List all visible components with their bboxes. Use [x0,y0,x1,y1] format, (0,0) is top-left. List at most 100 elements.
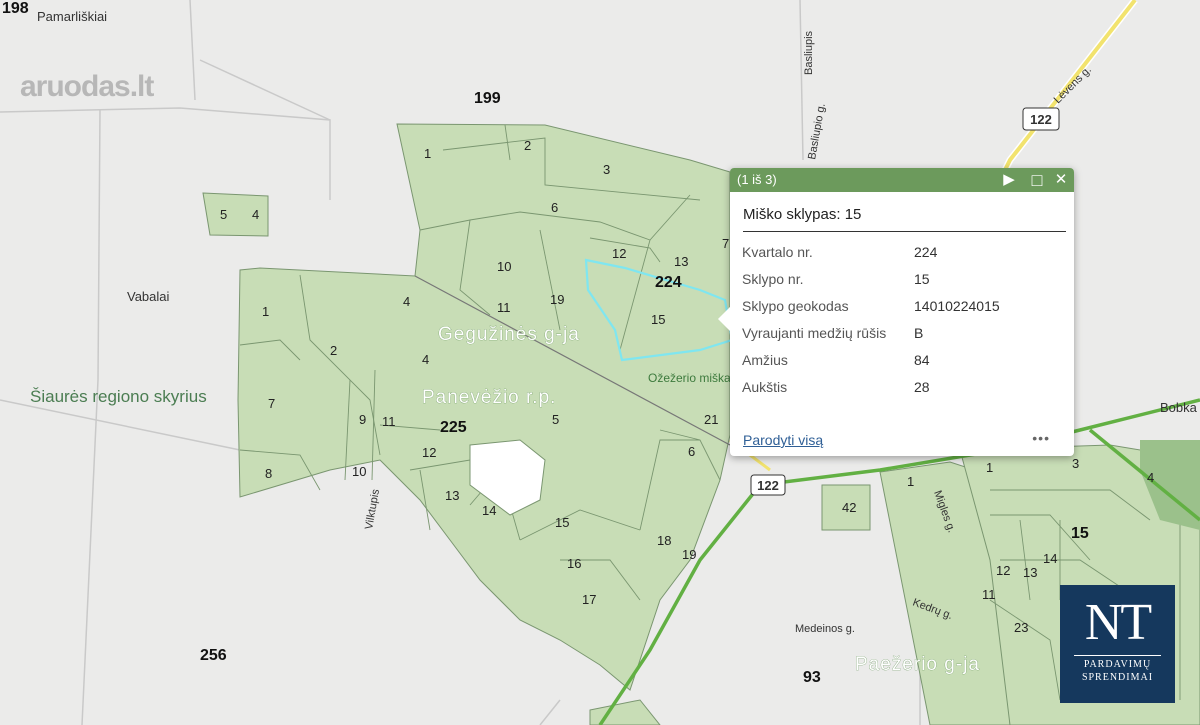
svg-text:4: 4 [1147,470,1154,485]
svg-text:14: 14 [1043,551,1057,566]
cadastre-number: 256 [200,647,227,664]
svg-text:42: 42 [842,500,856,515]
svg-text:11: 11 [497,300,511,315]
forest-area-label: Panevėžio r.p. [422,387,556,408]
svg-text:10: 10 [352,464,366,479]
svg-text:17: 17 [582,592,596,607]
table-row: Kvartalo nr. 224 [742,238,1000,265]
attribute-value: 14010224015 [914,297,1000,314]
feature-popup[interactable]: (1 iš 3) ▶ □ ✕ Miško sklypas: 15 Kvartal… [718,168,1074,456]
svg-text:7: 7 [268,396,275,411]
place-label: Bobka [1160,400,1198,415]
logo-letters: NT [1084,594,1152,651]
more-options-icon[interactable]: ••• [1032,430,1050,446]
attribute-key: Sklypo geokodas [742,297,849,314]
svg-text:10: 10 [497,259,511,274]
attribute-value: 224 [914,243,938,260]
nt-logo: NT PARDAVIMŲ SPRENDIMAI [1060,585,1175,703]
svg-text:8: 8 [265,466,272,481]
svg-text:13: 13 [1023,565,1037,580]
svg-text:1: 1 [262,304,269,319]
cadastre-number: 199 [474,90,501,107]
svg-text:19: 19 [682,547,696,562]
svg-text:21: 21 [704,412,718,427]
close-icon[interactable]: ✕ [1052,170,1070,190]
attribute-table: Kvartalo nr. 224 Sklypo nr. 15 Sklypo geok… [742,238,1000,400]
attribute-key: Sklypo nr. [742,270,804,287]
place-label: Pamarliškiai [37,9,107,24]
forest-area-label: Paežerio g-ja [855,654,980,675]
svg-text:2: 2 [330,343,337,358]
table-row: Sklypo geokodas 14010224015 [742,292,1000,319]
svg-text:6: 6 [551,200,558,215]
svg-text:1: 1 [907,474,914,489]
forest-area-label: Gegužinės g-ja [438,324,580,345]
attribute-key: Vyraujanti medžių rūšis [742,324,887,341]
svg-text:13: 13 [674,254,688,269]
svg-text:23: 23 [1014,620,1028,635]
next-feature-icon[interactable]: ▶ [1000,170,1018,190]
attribute-value: B [914,324,924,341]
street-label: Lėvens g. [1052,64,1094,106]
logo-line2: SPRENDIMAI [1081,672,1154,683]
svg-text:4: 4 [252,207,259,222]
attribute-key: Aukštis [742,378,788,395]
svg-text:1: 1 [424,146,431,161]
attribute-key: Amžius [742,351,788,368]
watermark-logo: aruodas.lt [20,70,154,103]
svg-text:12: 12 [996,563,1010,578]
svg-text:4: 4 [403,294,410,309]
svg-text:14: 14 [482,503,496,518]
cadastre-number: 198 [2,0,29,17]
svg-text:122: 122 [1030,112,1052,127]
street-label: Medeinos g. [795,623,855,635]
attribute-value: 28 [914,378,930,395]
route-shield-south: 122 [750,474,786,496]
table-row: Sklypo nr. 15 [742,265,1000,292]
forest-area-label: Ožežerio miškas [648,371,737,385]
attribute-value: 15 [914,270,930,287]
svg-text:12: 12 [422,445,436,460]
cadastre-number: 15 [1071,525,1089,542]
svg-text:2: 2 [524,138,531,153]
svg-text:18: 18 [657,533,671,548]
attribute-key: Kvartalo nr. [742,243,813,260]
svg-text:6: 6 [688,444,695,459]
svg-text:13: 13 [445,488,459,503]
svg-text:5: 5 [220,207,227,222]
route-shield-north: 122 [1022,107,1060,131]
attribute-value: 84 [914,351,930,368]
svg-text:5: 5 [552,412,559,427]
svg-text:3: 3 [1072,456,1079,471]
show-all-link[interactable]: Parodyti visą [743,432,823,448]
svg-text:19: 19 [550,292,564,307]
svg-text:15: 15 [555,515,569,530]
svg-text:12: 12 [612,246,626,261]
svg-text:9: 9 [359,412,366,427]
svg-text:16: 16 [567,556,581,571]
svg-text:122: 122 [757,478,779,493]
table-row: Vyraujanti medžių rūšis B [742,319,1000,346]
street-label: Vilktupis [363,488,382,531]
svg-text:1: 1 [986,460,993,475]
svg-text:7: 7 [722,236,729,251]
street-label: Basliupio g. [806,102,828,160]
maximize-icon[interactable]: □ [1028,170,1046,190]
cadastre-number: 93 [803,669,821,686]
cadastre-number: 225 [440,419,467,436]
street-label: Basliupis [803,30,815,75]
svg-text:4: 4 [422,352,429,367]
svg-text:15: 15 [651,312,665,327]
logo-line1: PARDAVIMŲ [1083,659,1152,670]
region-label: Šiaurės regiono skyrius [30,387,207,406]
place-label: Vabalai [127,289,170,304]
cadastre-number: 224 [655,274,682,291]
popup-counter: (1 iš 3) [737,172,777,187]
table-row: Aukštis 28 [742,373,1000,400]
popup-pointer [718,306,731,332]
popup-header: (1 iš 3) ▶ □ ✕ [730,168,1074,192]
svg-text:11: 11 [382,414,396,429]
popup-footer: Parodyti visą ••• [743,430,1064,448]
logo-divider [1074,655,1161,656]
popup-title: Miško sklypas: 15 [743,206,1066,232]
